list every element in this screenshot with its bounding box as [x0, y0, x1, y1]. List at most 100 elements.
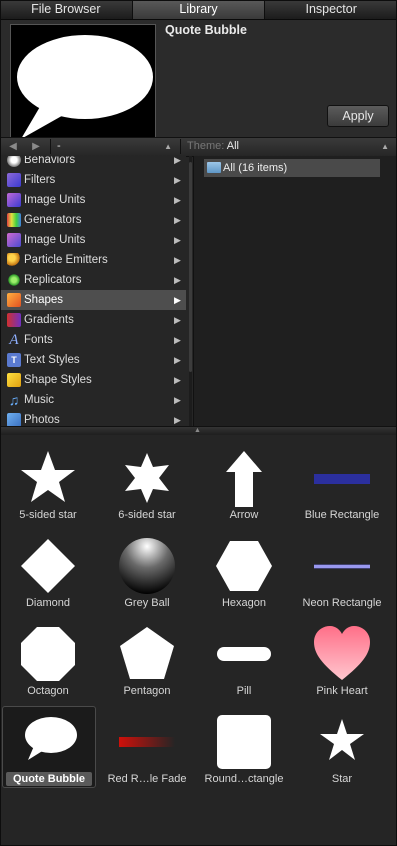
category-label: Image Units	[24, 234, 86, 246]
pill-icon	[217, 647, 271, 661]
category-shape-styles[interactable]: Shape Styles ▶	[0, 370, 186, 390]
back-arrow-icon[interactable]: ◀	[6, 141, 20, 153]
disclosure-arrow-icon: ▶	[174, 295, 181, 305]
grid-item-label: Round…ctangle	[204, 773, 284, 785]
category-label: Fonts	[24, 334, 53, 346]
category-fonts[interactable]: A Fonts ▶	[0, 330, 186, 350]
octagon-icon	[21, 627, 75, 681]
behaviors-icon	[7, 156, 21, 167]
category-filters[interactable]: Filters ▶	[0, 170, 186, 190]
category-particle-emitters[interactable]: Particle Emitters ▶	[0, 250, 186, 270]
disclosure-arrow-icon: ▶	[174, 195, 181, 205]
grid-item-6-sided-star[interactable]: 6-sided star	[103, 442, 191, 530]
tab-file-browser[interactable]: File Browser	[0, 0, 133, 19]
red-fade-rectangle-icon	[119, 737, 175, 747]
particle-emitters-icon	[7, 253, 21, 267]
shapes-icon	[7, 293, 21, 307]
gradients-icon	[7, 313, 21, 327]
disclosure-arrow-icon: ▶	[174, 235, 181, 245]
category-generators[interactable]: Generators ▶	[0, 210, 186, 230]
grid-item-hexagon[interactable]: Hexagon	[200, 530, 288, 618]
preview-thumbnail	[10, 24, 156, 150]
grid-item-neon-rectangle[interactable]: Neon Rectangle	[298, 530, 386, 618]
grid-item-label: Pill	[236, 685, 252, 697]
category-gradients[interactable]: Gradients ▶	[0, 310, 186, 330]
category-label: Generators	[24, 214, 82, 226]
theme-value: All	[226, 140, 239, 152]
disclosure-arrow-icon: ▶	[174, 315, 181, 325]
category-label: Behaviors	[24, 156, 76, 166]
folder-icon	[207, 162, 221, 173]
preview-title: Quote Bubble	[165, 23, 247, 37]
folder-all-items[interactable]: All (16 items)	[204, 159, 380, 177]
music-icon: ♫	[8, 392, 20, 408]
category-text-styles[interactable]: T Text Styles ▶	[0, 350, 186, 370]
replicators-icon	[7, 273, 21, 287]
star-icon	[320, 719, 364, 760]
grid-item-label: Diamond	[25, 597, 71, 609]
grid-item-pink-heart[interactable]: Pink Heart	[298, 618, 386, 706]
grid-item-label: 5-sided star	[19, 509, 77, 521]
heart-icon	[314, 626, 370, 680]
rounded-rectangle-icon	[217, 715, 271, 769]
tab-bar: File Browser Library Inspector	[0, 0, 397, 20]
grid-item-pill[interactable]: Pill	[200, 618, 288, 706]
updown-chevron-icon: ▲	[164, 142, 172, 151]
disclosure-arrow-icon: ▶	[174, 175, 181, 185]
grid-item-rounded-rectangle[interactable]: Round…ctangle	[200, 706, 288, 794]
theme-popup[interactable]: Theme: All ▲	[180, 139, 397, 154]
tab-inspector[interactable]: Inspector	[265, 0, 397, 19]
grid-item-label: Hexagon	[221, 597, 267, 609]
grid-item-label: Arrow	[229, 509, 259, 521]
category-image-units[interactable]: Image Units ▶	[0, 190, 186, 210]
grid-item-quote-bubble[interactable]: Quote Bubble	[2, 706, 96, 788]
grid-item-red-rectangle-fade[interactable]: Red R…le Fade	[103, 706, 191, 794]
grid-item-diamond[interactable]: Diamond	[4, 530, 92, 618]
photos-icon	[7, 413, 21, 426]
disclosure-arrow-icon: ▶	[174, 215, 181, 225]
category-music[interactable]: ♫ Music ▶	[0, 390, 186, 410]
diamond-icon	[21, 539, 75, 593]
path-popup[interactable]: - ▲	[50, 139, 176, 154]
grid-item-grey-ball[interactable]: Grey Ball	[103, 530, 191, 618]
pentagon-icon	[120, 627, 174, 679]
theme-label: Theme:	[187, 140, 225, 152]
category-label: Replicators	[24, 274, 82, 286]
grid-item-label: Pentagon	[123, 685, 171, 697]
category-shapes[interactable]: Shapes ▶	[0, 290, 186, 310]
category-label: Photos	[24, 414, 60, 426]
grid-item-pentagon[interactable]: Pentagon	[103, 618, 191, 706]
image-units-icon	[7, 193, 21, 207]
disclosure-arrow-icon: ▶	[174, 395, 181, 405]
category-photos[interactable]: Photos ▶	[0, 410, 186, 426]
grid-item-label: Red R…le Fade	[107, 773, 187, 785]
category-scrollbar[interactable]	[189, 156, 192, 426]
grid-item-label: Octagon	[27, 685, 69, 697]
disclosure-arrow-icon: ▶	[174, 355, 181, 365]
category-label: Gradients	[24, 314, 74, 326]
divider-handle-icon: ▲	[194, 427, 201, 434]
grid-item-blue-rectangle[interactable]: Blue Rectangle	[298, 442, 386, 530]
category-image-units-2[interactable]: Image Units ▶	[0, 230, 186, 250]
disclosure-arrow-icon: ▶	[174, 415, 181, 425]
grid-item-label: Neon Rectangle	[302, 597, 382, 609]
image-units-icon	[7, 233, 21, 247]
tab-library[interactable]: Library	[132, 0, 266, 19]
blue-rectangle-icon	[314, 474, 370, 484]
grid-item-star[interactable]: Star	[298, 706, 386, 794]
grid-item-label: Blue Rectangle	[304, 509, 380, 521]
grid-item-arrow[interactable]: Arrow	[200, 442, 288, 530]
six-point-star-icon	[125, 453, 169, 503]
category-behaviors[interactable]: Behaviors ▶	[0, 156, 186, 170]
text-styles-icon: T	[7, 353, 21, 367]
apply-button[interactable]: Apply	[327, 105, 389, 127]
forward-arrow-icon[interactable]: ▶	[29, 141, 43, 153]
fonts-icon: A	[9, 332, 19, 348]
category-replicators[interactable]: Replicators ▶	[0, 270, 186, 290]
grid-item-5-sided-star[interactable]: 5-sided star	[4, 442, 92, 530]
grid-item-octagon[interactable]: Octagon	[4, 618, 92, 706]
disclosure-arrow-icon: ▶	[174, 156, 181, 165]
neon-rectangle-icon	[314, 564, 370, 569]
category-label: Music	[24, 394, 55, 406]
grey-ball-icon	[119, 538, 175, 594]
